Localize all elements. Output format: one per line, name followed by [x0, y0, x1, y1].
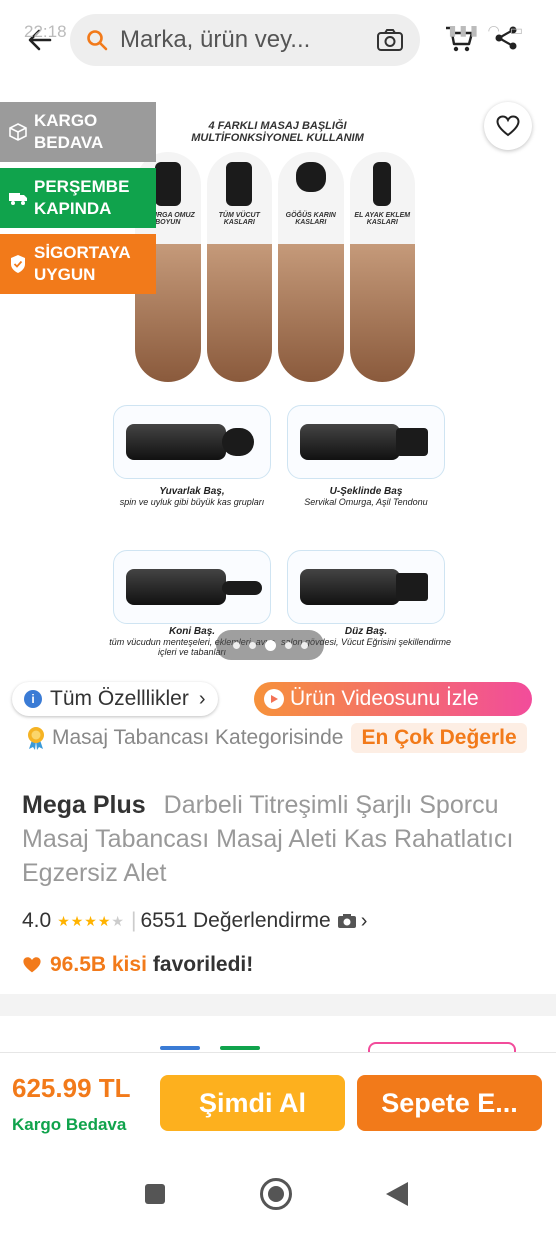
buy-bar: 625.99 TL Kargo Bedava Şimdi Al Sepete E…: [0, 1052, 556, 1152]
pagination-dot[interactable]: [232, 641, 240, 649]
home-icon: [268, 1186, 284, 1202]
pagination-dot[interactable]: [300, 641, 308, 649]
camera-icon: [337, 914, 356, 928]
head-column: TÜM VÜCUT KASLARI: [206, 152, 272, 382]
info-icon: i: [24, 690, 42, 708]
badge-insurance: SİGORTAYA UYGUN: [0, 234, 156, 294]
shield-icon: [8, 254, 28, 274]
head-tile: [113, 550, 271, 624]
head-columns: OMURGA OMUZ BOYUN TÜM VÜCUT KASLARI GÖĞÜ…: [135, 152, 415, 382]
system-back-button[interactable]: [386, 1182, 408, 1206]
add-to-cart-button[interactable]: Sepete E...: [357, 1075, 542, 1131]
all-specs-button[interactable]: i Tüm Özelllikler ›: [12, 682, 218, 716]
chevron-right-icon: ›: [198, 687, 206, 710]
section-divider: [0, 994, 556, 1016]
recents-button[interactable]: [145, 1184, 165, 1204]
all-specs-label: Tüm Özelllikler: [50, 687, 189, 710]
review-count: 6551 Değerlendirme: [140, 909, 331, 932]
head-column: EL AYAK EKLEM KASLARI: [349, 152, 415, 382]
head-tile: [287, 550, 445, 624]
head-tile-caption: U-Şeklinde Baş Servikal Omurga, Aşil Tend…: [304, 486, 428, 507]
pagination-dot[interactable]: [248, 641, 256, 649]
category-ranking[interactable]: Masaj Tabancası Kategorisinde En Çok Değ…: [0, 722, 556, 754]
category-text: Masaj Tabancası Kategorisinde: [52, 726, 344, 749]
pagination-dot[interactable]: [284, 641, 292, 649]
box-icon: [8, 122, 28, 142]
peek-decoration: [160, 1046, 200, 1050]
heart-icon: [496, 115, 520, 137]
head-tile: [287, 405, 445, 479]
peek-decoration: [220, 1046, 260, 1050]
product-title: Mega Plus Darbeli Titreşimli Şarjlı Sporc…: [22, 788, 532, 890]
rating-value: 4.0: [22, 909, 52, 932]
poster-title: 4 FARKLI MASAJ BAŞLIĞI MULTİFONKSİYONEL …: [191, 120, 364, 144]
pagination-dot-active[interactable]: [264, 639, 276, 651]
watch-video-button[interactable]: Ürün Videosunu İzle: [254, 682, 532, 716]
status-icons: ▮▮▮ ◠ ▭: [448, 22, 526, 38]
status-time: 22:18: [24, 22, 67, 41]
search-input[interactable]: Marka, ürün vey...: [70, 14, 420, 66]
product-image: 4 FARKLI MASAJ BAŞLIĞI MULTİFONKSİYONEL …: [105, 110, 451, 670]
home-button[interactable]: [260, 1178, 292, 1210]
watch-video-label: Ürün Videosunu İzle: [290, 687, 479, 710]
medal-icon: [28, 727, 44, 750]
gallery-pagination[interactable]: [216, 630, 324, 660]
bestseller-label: En Çok Değerle: [351, 723, 527, 753]
system-nav-bar: [0, 1152, 556, 1235]
favorites-text: favoriledi!: [152, 953, 254, 976]
head-tile-caption: Yuvarlak Baş, spin ve uyluk gibi büyük ka…: [119, 486, 265, 507]
rating-row[interactable]: 4.0 ★★★★★ | 6551 Değerlendirme ›: [22, 906, 532, 936]
play-icon: [264, 689, 284, 709]
brand-name[interactable]: Mega Plus: [22, 791, 146, 819]
star-rating: ★★★★★: [57, 912, 125, 929]
search-icon: [87, 30, 108, 51]
badge-thursday-delivery: PERŞEMBE KAPINDA: [0, 168, 156, 228]
head-column: GÖĞÜS KARIN KASLARI: [278, 152, 344, 382]
chevron-right-icon: ›: [360, 909, 368, 932]
search-placeholder: Marka, ürün vey...: [120, 26, 311, 53]
top-bar: 22:18 ▮▮▮ ◠ ▭ Marka, ürün vey...: [0, 0, 556, 80]
favorites-count: 96.5B kisi: [50, 953, 147, 976]
buy-now-button[interactable]: Şimdi Al: [160, 1075, 345, 1131]
favorites-row: 96.5B kisi favoriledi!: [22, 950, 532, 980]
favorite-button[interactable]: [484, 102, 532, 150]
price: 625.99 TL: [12, 1073, 131, 1103]
truck-icon: [8, 188, 28, 208]
shipping-info: Kargo Bedava: [12, 1115, 127, 1134]
head-tile: [113, 405, 271, 479]
badge-free-shipping: KARGO BEDAVA: [0, 102, 156, 162]
heart-icon: [23, 957, 41, 973]
camera-icon[interactable]: [376, 28, 404, 52]
